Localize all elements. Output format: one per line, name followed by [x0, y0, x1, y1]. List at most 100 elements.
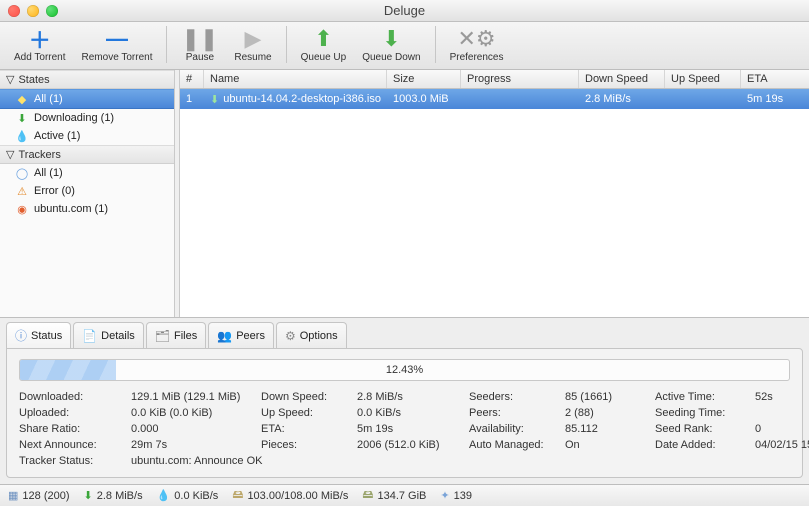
- torrent-rows[interactable]: 1 ⬇ ubuntu-14.04.2-desktop-i386.iso 1003…: [180, 89, 809, 317]
- tab-status[interactable]: ⓘ Status: [6, 322, 71, 348]
- availability-value: 85.112: [565, 423, 655, 435]
- sidebar: ▽ States ◆ All (1) ⬇ Downloading (1) 💧 A…: [0, 70, 175, 317]
- seeders-value: 85 (1661): [565, 391, 655, 403]
- active-time-label: Active Time:: [655, 391, 755, 403]
- toolbar-separator: [166, 26, 167, 63]
- sidebar-tracker-error[interactable]: ⚠ Error (0): [0, 182, 174, 200]
- seed-rank-value: 0: [755, 423, 809, 435]
- down-speed-value: 2.8 MiB/s: [357, 391, 469, 403]
- downloaded-label: Downloaded:: [19, 391, 131, 403]
- disclosure-down-icon: ▽: [6, 148, 14, 161]
- toolbar-separator: [435, 26, 436, 63]
- date-added-value: 04/02/15 15:35:32: [755, 439, 809, 451]
- status-grid: Downloaded: 129.1 MiB (129.1 MiB) Down S…: [19, 391, 790, 467]
- share-ratio-label: Share Ratio:: [19, 423, 131, 435]
- big-progress-text: 12.43%: [20, 360, 789, 380]
- peers-icon: 👥: [217, 329, 232, 343]
- hdd-icon: 🖴: [362, 486, 373, 505]
- disk-icon: 🖴: [232, 486, 243, 505]
- eta-value: 5m 19s: [357, 423, 469, 435]
- tab-files[interactable]: 🗂 Files: [146, 322, 206, 348]
- col-size[interactable]: Size: [387, 70, 461, 88]
- statusbar-connections[interactable]: ▦ 128 (200): [8, 489, 70, 502]
- preferences-button[interactable]: ✕⚙ Preferences: [444, 24, 510, 65]
- col-idx[interactable]: #: [180, 70, 204, 88]
- connections-icon: ▦: [8, 489, 18, 502]
- seeding-time-value: [755, 407, 809, 419]
- sidebar-item-label: All (1): [34, 167, 63, 179]
- tab-label: Details: [101, 330, 135, 342]
- sidebar-state-active[interactable]: 💧 Active (1): [0, 127, 174, 145]
- statusbar-dht[interactable]: ✦ 139: [440, 489, 472, 502]
- sidebar-states-header[interactable]: ▽ States: [0, 70, 174, 89]
- col-up-speed[interactable]: Up Speed: [665, 70, 741, 88]
- statusbar-dht-value: 139: [454, 490, 472, 502]
- down-speed-label: Down Speed:: [261, 391, 357, 403]
- uploaded-label: Uploaded:: [19, 407, 131, 419]
- sidebar-states-label: States: [18, 74, 49, 86]
- big-progress-bar: 12.43%: [19, 359, 790, 381]
- queue-up-label: Queue Up: [301, 52, 347, 63]
- share-ratio-value: 0.000: [131, 423, 261, 435]
- tab-peers[interactable]: 👥 Peers: [208, 322, 274, 348]
- statusbar-connections-value: 128 (200): [22, 490, 69, 502]
- download-drop-icon: ⬇: [16, 112, 28, 124]
- statusbar-down-speed[interactable]: ⬇ 2.8 MiB/s: [84, 489, 143, 502]
- eta-label: ETA:: [261, 423, 357, 435]
- seeders-label: Seeders:: [469, 391, 565, 403]
- resume-label: Resume: [234, 52, 271, 63]
- sidebar-trackers-header[interactable]: ▽ Trackers: [0, 145, 174, 164]
- cell-name: ⬇ ubuntu-14.04.2-desktop-i386.iso: [204, 93, 387, 106]
- next-announce-label: Next Announce:: [19, 439, 131, 451]
- files-icon: 🗂: [155, 329, 170, 343]
- queue-down-button[interactable]: ⬇ Queue Down: [356, 24, 426, 65]
- details-panel: ⓘ Status 📄 Details 🗂 Files 👥 Peers ⚙ Opt…: [0, 317, 809, 484]
- preferences-label: Preferences: [450, 52, 504, 63]
- sidebar-state-all[interactable]: ◆ All (1): [0, 89, 174, 109]
- seed-rank-label: Seed Rank:: [655, 423, 755, 435]
- sidebar-tracker-ubuntu[interactable]: ◉ ubuntu.com (1): [0, 200, 174, 218]
- add-torrent-label: Add Torrent: [14, 52, 66, 63]
- torrent-row[interactable]: 1 ⬇ ubuntu-14.04.2-desktop-i386.iso 1003…: [180, 89, 809, 109]
- torrent-list: # Name Size Progress Down Speed Up Speed…: [179, 70, 809, 317]
- tab-details[interactable]: 📄 Details: [73, 322, 144, 348]
- cell-down-speed: 2.8 MiB/s: [579, 93, 665, 105]
- sidebar-tracker-all[interactable]: ◯ All (1): [0, 164, 174, 182]
- torrent-name-label: ubuntu-14.04.2-desktop-i386.iso: [223, 93, 381, 105]
- toolbar-separator: [286, 26, 287, 63]
- disclosure-down-icon: ▽: [6, 73, 14, 86]
- col-down-speed[interactable]: Down Speed: [579, 70, 665, 88]
- statusbar-up-speed[interactable]: 💧 0.0 KiB/s: [157, 489, 219, 502]
- globe-icon: ◯: [16, 167, 28, 179]
- upload-drop-icon: 💧: [157, 489, 171, 502]
- cell-size: 1003.0 MiB: [387, 93, 461, 105]
- all-icon: ◆: [16, 93, 28, 105]
- sidebar-item-label: Error (0): [34, 185, 75, 197]
- column-headers: # Name Size Progress Down Speed Up Speed…: [180, 70, 809, 89]
- statusbar-disk[interactable]: 🖴 103.00/108.00 MiB/s: [232, 486, 348, 505]
- availability-label: Availability:: [469, 423, 565, 435]
- sidebar-state-downloading[interactable]: ⬇ Downloading (1): [0, 109, 174, 127]
- add-torrent-button[interactable]: ＋ Add Torrent: [8, 24, 72, 65]
- details-icon: 📄: [82, 329, 97, 343]
- tab-options[interactable]: ⚙ Options: [276, 322, 347, 348]
- remove-torrent-label: Remove Torrent: [82, 52, 153, 63]
- sidebar-item-label: ubuntu.com (1): [34, 203, 108, 215]
- sidebar-item-label: Downloading (1): [34, 112, 114, 124]
- col-progress[interactable]: Progress: [461, 70, 579, 88]
- statusbar: ▦ 128 (200) ⬇ 2.8 MiB/s 💧 0.0 KiB/s 🖴 10…: [0, 484, 809, 506]
- resume-button[interactable]: ▶ Resume: [228, 24, 277, 65]
- sidebar-trackers-label: Trackers: [18, 149, 60, 161]
- remove-torrent-button[interactable]: — Remove Torrent: [76, 24, 159, 65]
- col-eta[interactable]: ETA: [741, 70, 809, 88]
- queue-up-button[interactable]: ⬆ Queue Up: [295, 24, 353, 65]
- statusbar-free-space[interactable]: 🖴 134.7 GiB: [362, 486, 426, 505]
- col-name[interactable]: Name: [204, 70, 387, 88]
- pieces-label: Pieces:: [261, 439, 357, 451]
- play-icon: ▶: [245, 26, 262, 52]
- tab-label: Files: [174, 330, 197, 342]
- statusbar-free-value: 134.7 GiB: [377, 490, 426, 502]
- cell-idx: 1: [180, 93, 204, 105]
- pause-button[interactable]: ❚❚ Pause: [175, 24, 224, 65]
- info-icon: ⓘ: [15, 327, 27, 344]
